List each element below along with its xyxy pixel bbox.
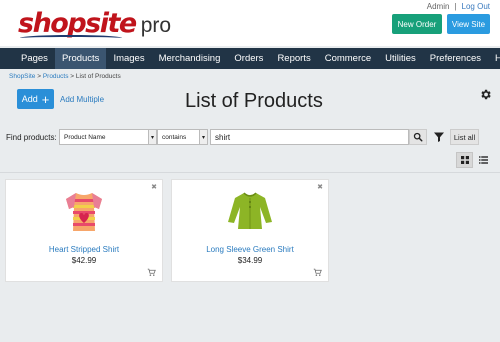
grid-icon	[460, 156, 469, 164]
shopsite-logo[interactable]: shopsite pro	[18, 8, 171, 42]
list-all-button[interactable]: List all	[450, 129, 479, 145]
find-products-label: Find products:	[6, 133, 57, 142]
list-icon	[479, 156, 488, 164]
main-nav: Pages Products Images Merchandising Orde…	[0, 48, 500, 69]
breadcrumb: ShopSite > Products > List of Products	[9, 73, 121, 80]
add-button[interactable]: Add +	[17, 89, 54, 109]
product-image-green-shirt[interactable]	[225, 189, 275, 233]
breadcrumb-current: List of Products	[75, 73, 121, 80]
nav-item-images[interactable]: Images	[106, 48, 151, 69]
cart-icon[interactable]	[147, 268, 156, 277]
logout-link[interactable]: Log Out	[462, 2, 490, 11]
nav-item-utilities[interactable]: Utilities	[378, 48, 423, 69]
nav-item-orders[interactable]: Orders	[227, 48, 270, 69]
cart-icon[interactable]	[313, 268, 322, 277]
content-divider	[0, 172, 500, 173]
nav-item-preferences[interactable]: Preferences	[423, 48, 488, 69]
close-icon[interactable]: ✖	[317, 183, 323, 191]
search-input[interactable]: shirt	[210, 129, 409, 145]
nav-item-reports[interactable]: Reports	[270, 48, 317, 69]
logo-swoosh	[20, 35, 122, 41]
nav-item-products[interactable]: Products	[54, 48, 107, 69]
add-button-label: Add	[21, 94, 38, 104]
admin-link[interactable]: Admin	[427, 2, 450, 11]
search-field-value: Product Name	[64, 133, 106, 141]
nav-item-help[interactable]: Help	[488, 48, 500, 69]
nav-item-merchandising[interactable]: Merchandising	[152, 48, 228, 69]
chevron-down-icon: ▾	[148, 130, 156, 144]
grid-view-button[interactable]	[456, 152, 473, 168]
add-multiple-link[interactable]: Add Multiple	[60, 95, 104, 104]
product-card[interactable]: ✖ Heart Stripped Shirt $42.99	[5, 179, 163, 282]
filter-icon	[434, 132, 444, 142]
top-links-separator: |	[454, 2, 457, 11]
search-icon	[413, 132, 423, 142]
product-price: $42.99	[71, 256, 97, 265]
plus-icon: +	[41, 91, 50, 107]
gear-icon[interactable]	[479, 88, 492, 101]
product-name-link[interactable]: Heart Stripped Shirt	[6, 245, 162, 254]
close-icon[interactable]: ✖	[151, 183, 157, 191]
breadcrumb-products[interactable]: Products	[43, 73, 69, 80]
search-operator-select[interactable]: contains ▾	[157, 129, 208, 145]
list-view-button[interactable]	[475, 152, 492, 168]
product-price: $34.99	[237, 256, 263, 265]
app-header: shopsite pro Admin | Log Out New Order V…	[0, 0, 500, 46]
top-links: Admin | Log Out	[427, 2, 490, 11]
filter-button[interactable]	[431, 129, 447, 145]
breadcrumb-sep: >	[35, 73, 43, 80]
page-title: List of Products	[185, 90, 323, 112]
breadcrumb-sep: >	[68, 73, 76, 80]
logo-suffix: pro	[140, 14, 172, 37]
search-operator-value: contains	[162, 133, 187, 141]
search-button[interactable]	[409, 129, 427, 145]
nav-item-commerce[interactable]: Commerce	[318, 48, 378, 69]
chevron-down-icon: ▾	[199, 130, 207, 144]
nav-item-pages[interactable]: Pages	[14, 48, 55, 69]
search-field-select[interactable]: Product Name ▾	[59, 129, 157, 145]
product-card[interactable]: ✖ Long Sleeve Green Shirt $34.99	[171, 179, 329, 282]
new-order-button[interactable]: New Order	[392, 14, 442, 34]
product-name-link[interactable]: Long Sleeve Green Shirt	[172, 245, 328, 254]
breadcrumb-shopsite[interactable]: ShopSite	[9, 73, 35, 80]
view-site-button[interactable]: View Site	[447, 14, 490, 34]
product-image-striped-shirt[interactable]	[59, 189, 109, 233]
